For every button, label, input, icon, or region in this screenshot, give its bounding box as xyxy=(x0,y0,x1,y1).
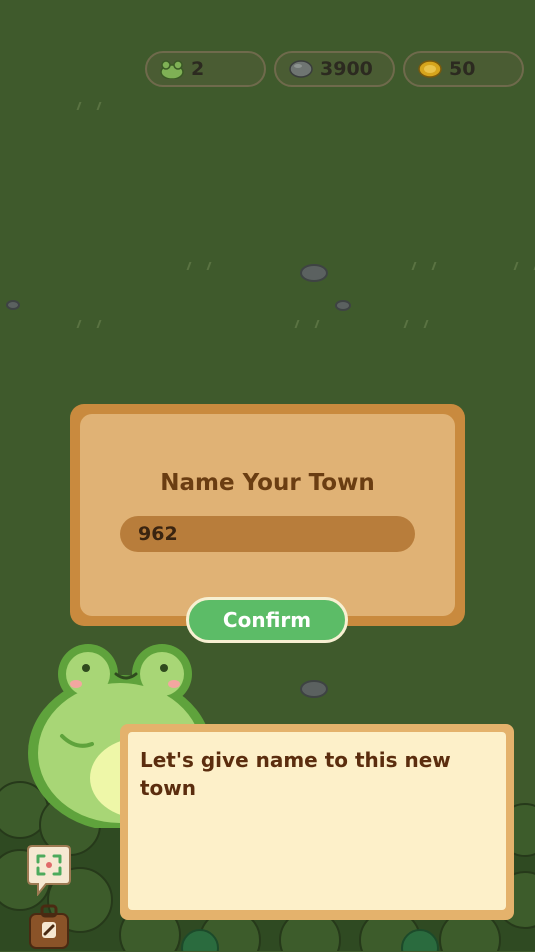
pebble xyxy=(335,300,351,311)
coin-count-bar: 50 xyxy=(403,51,524,87)
frog-count-bar: 2 xyxy=(145,51,266,87)
coin-count: 50 xyxy=(449,58,476,80)
coin-icon xyxy=(418,60,442,78)
grass-tuft xyxy=(294,320,320,328)
grass-tuft xyxy=(513,262,535,270)
grass-tuft xyxy=(76,320,102,328)
frog-icon xyxy=(160,60,184,79)
stone-count-bar: 3900 xyxy=(274,51,395,87)
speech-box: Let's give name to this new town xyxy=(120,724,514,920)
grass-tuft xyxy=(411,262,437,270)
expand-view-button[interactable] xyxy=(22,842,76,896)
dialog-panel: Name Your Town xyxy=(80,414,455,616)
pebble xyxy=(6,300,20,310)
dialog-title: Name Your Town xyxy=(160,470,375,496)
confirm-button[interactable]: Confirm xyxy=(186,597,348,643)
pebble xyxy=(300,264,328,282)
grass-tuft xyxy=(186,262,212,270)
name-town-dialog: Name Your Town xyxy=(70,404,465,626)
stone-icon xyxy=(289,60,313,78)
grass-tuft xyxy=(403,320,429,328)
pebble xyxy=(300,680,328,698)
suitcase-icon xyxy=(29,904,69,949)
frog-count: 2 xyxy=(191,58,205,80)
speech-text: Let's give name to this new town xyxy=(140,748,451,800)
stone-count: 3900 xyxy=(320,58,373,80)
suitcase-button[interactable] xyxy=(22,898,76,952)
grass-tuft xyxy=(76,102,102,110)
town-name-input[interactable] xyxy=(120,516,415,552)
speech-panel: Let's give name to this new town xyxy=(128,732,506,910)
